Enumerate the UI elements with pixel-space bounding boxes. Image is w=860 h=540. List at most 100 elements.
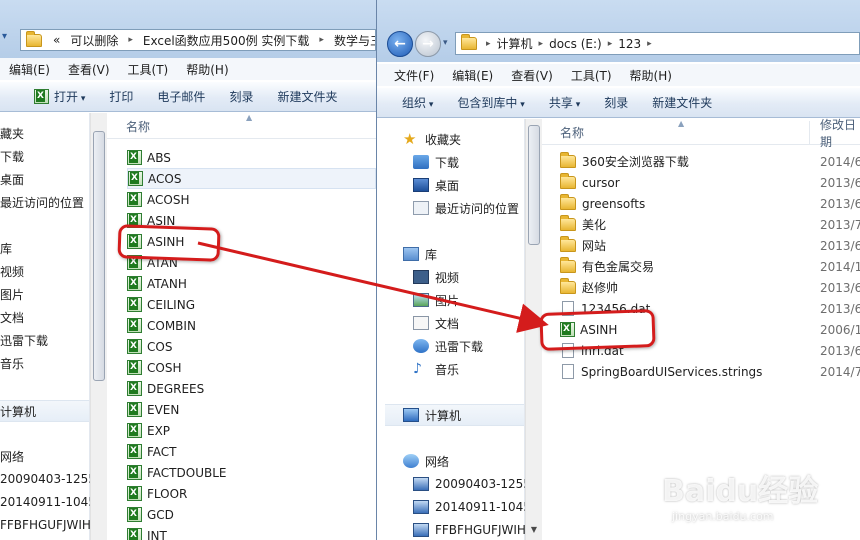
- breadcrumb-item[interactable]: 数学与三角: [329, 32, 375, 49]
- nav-videos[interactable]: 视频: [0, 261, 24, 281]
- nav-network[interactable]: 网络: [403, 451, 449, 471]
- file-row[interactable]: EVEN: [127, 399, 376, 420]
- column-header-name[interactable]: 名称 ▲: [542, 119, 810, 145]
- chevron-right-icon[interactable]: ▸: [536, 39, 547, 49]
- scrollbar-thumb[interactable]: [93, 131, 105, 381]
- left-back-button[interactable]: ▾: [2, 31, 16, 49]
- nav-desktop[interactable]: 桌面: [0, 169, 24, 189]
- nav-favorites[interactable]: 藏夹: [0, 123, 24, 143]
- nav-downloads[interactable]: 下载: [0, 146, 24, 166]
- open-button[interactable]: 打开: [0, 88, 97, 105]
- nav-downloads[interactable]: 下载: [413, 152, 459, 172]
- email-button[interactable]: 电子邮件: [145, 88, 217, 105]
- file-row[interactable]: GCD: [127, 504, 376, 525]
- file-row[interactable]: 360安全浏览器下载 2014/6: [560, 151, 860, 172]
- file-row[interactable]: greensofts 2013/6: [560, 193, 860, 214]
- menu-tools[interactable]: 工具(T): [119, 61, 178, 78]
- nav-documents[interactable]: 文档: [413, 313, 459, 333]
- new-folder-button[interactable]: 新建文件夹: [640, 94, 724, 111]
- nav-thunder[interactable]: 迅雷下载: [0, 330, 48, 350]
- file-row[interactable]: FACTDOUBLE: [127, 462, 376, 483]
- print-button[interactable]: 打印: [97, 88, 145, 105]
- nav-documents[interactable]: 文档: [0, 307, 24, 327]
- nav-host[interactable]: 20090403-1255: [0, 469, 96, 489]
- file-row[interactable]: CEILING: [127, 294, 376, 315]
- file-row[interactable]: ACOS: [127, 168, 376, 189]
- menu-view[interactable]: 查看(V): [59, 61, 119, 78]
- scroll-down-icon[interactable]: ▼: [526, 522, 542, 538]
- menu-edit[interactable]: 编辑(E): [443, 67, 502, 84]
- new-folder-button[interactable]: 新建文件夹: [265, 88, 349, 105]
- nav-music[interactable]: 音乐: [0, 353, 24, 373]
- nav-host[interactable]: 20140911-1045: [413, 497, 531, 517]
- menu-help[interactable]: 帮助(H): [177, 61, 237, 78]
- chevron-right-icon[interactable]: ▸: [123, 35, 138, 45]
- file-row[interactable]: 赵修帅 2013/6: [560, 277, 860, 298]
- burn-button[interactable]: 刻录: [592, 94, 640, 111]
- burn-button[interactable]: 刻录: [217, 88, 265, 105]
- nav-host[interactable]: 20090403-1255: [413, 474, 531, 494]
- back-button[interactable]: ←: [387, 31, 413, 57]
- file-row[interactable]: 有色金属交易 2014/1: [560, 256, 860, 277]
- file-row[interactable]: COS: [127, 336, 376, 357]
- chevron-right-icon[interactable]: ▸: [314, 35, 329, 45]
- nav-network[interactable]: 网络: [0, 446, 24, 466]
- file-row[interactable]: FACT: [127, 441, 376, 462]
- nav-recent[interactable]: 最近访问的位置: [413, 198, 519, 218]
- right-address-bar[interactable]: ▸ 计算机 ▸ docs (E:) ▸ 123 ▸: [455, 32, 860, 55]
- breadcrumb-overflow[interactable]: «: [48, 33, 65, 47]
- nav-pictures[interactable]: 图片: [413, 290, 459, 310]
- recent-pages-dropdown[interactable]: ▾: [443, 38, 448, 48]
- breadcrumb-item[interactable]: 可以删除: [65, 32, 123, 49]
- column-header-date[interactable]: 修改日期: [810, 118, 860, 149]
- left-nav-scrollbar[interactable]: [90, 113, 107, 540]
- chevron-right-icon[interactable]: ▸: [483, 39, 494, 49]
- nav-music[interactable]: ♪ 音乐: [413, 359, 459, 379]
- column-header-name[interactable]: 名称 ▲: [107, 113, 376, 139]
- scrollbar-thumb[interactable]: [528, 125, 540, 245]
- file-row[interactable]: COMBIN: [127, 315, 376, 336]
- file-row[interactable]: FLOOR: [127, 483, 376, 504]
- file-row[interactable]: INT: [127, 525, 376, 540]
- file-row[interactable]: DEGREES: [127, 378, 376, 399]
- nav-computer[interactable]: 计算机: [0, 400, 89, 422]
- organize-button[interactable]: 组织: [390, 94, 445, 111]
- file-row[interactable]: COSH: [127, 357, 376, 378]
- menu-tools[interactable]: 工具(T): [562, 67, 621, 84]
- nav-desktop[interactable]: 桌面: [413, 175, 459, 195]
- file-row[interactable]: EXP: [127, 420, 376, 441]
- menu-view[interactable]: 查看(V): [502, 67, 562, 84]
- menu-file[interactable]: 文件(F): [385, 67, 443, 84]
- breadcrumb-item[interactable]: Excel函数应用500例 实例下载: [138, 32, 315, 49]
- nav-videos[interactable]: 视频: [413, 267, 459, 287]
- nav-host[interactable]: 20140911-1045: [0, 492, 96, 512]
- breadcrumb-computer[interactable]: 计算机: [494, 35, 536, 52]
- nav-favorites[interactable]: ★ 收藏夹: [403, 129, 461, 149]
- file-row[interactable]: cursor 2013/6: [560, 172, 860, 193]
- nav-pictures[interactable]: 图片: [0, 284, 24, 304]
- breadcrumb-drive[interactable]: docs (E:): [546, 37, 605, 51]
- nav-libraries[interactable]: 库: [0, 238, 12, 258]
- file-row[interactable]: ABS: [127, 147, 376, 168]
- chevron-right-icon[interactable]: ▸: [644, 39, 655, 49]
- nav-computer[interactable]: 计算机: [385, 404, 524, 426]
- nav-recent[interactable]: 最近访问的位置: [0, 192, 84, 212]
- nav-host[interactable]: FFBFHGUFJWIH: [0, 515, 91, 535]
- nav-thunder[interactable]: 迅雷下载: [413, 336, 483, 356]
- file-row[interactable]: ATANH: [127, 273, 376, 294]
- chevron-right-icon[interactable]: ▸: [605, 39, 616, 49]
- breadcrumb-folder[interactable]: 123: [615, 37, 644, 51]
- left-address-bar[interactable]: « 可以删除 ▸ Excel函数应用500例 实例下载 ▸ 数学与三角: [20, 29, 376, 51]
- file-row[interactable]: SpringBoardUIServices.strings 2014/7: [560, 361, 860, 382]
- share-button[interactable]: 共享: [537, 94, 592, 111]
- file-row[interactable]: 网站 2013/6: [560, 235, 860, 256]
- menu-help[interactable]: 帮助(H): [621, 67, 681, 84]
- file-row[interactable]: 美化 2013/7: [560, 214, 860, 235]
- menu-edit[interactable]: 编辑(E): [0, 61, 59, 78]
- file-row[interactable]: ACOSH: [127, 189, 376, 210]
- nav-host[interactable]: FFBFHGUFJWIH: [413, 520, 526, 540]
- forward-button[interactable]: →: [415, 31, 441, 57]
- include-in-library-button[interactable]: 包含到库中: [445, 94, 536, 111]
- nav-libraries[interactable]: 库: [403, 244, 437, 264]
- file-name: ACOSH: [147, 192, 190, 207]
